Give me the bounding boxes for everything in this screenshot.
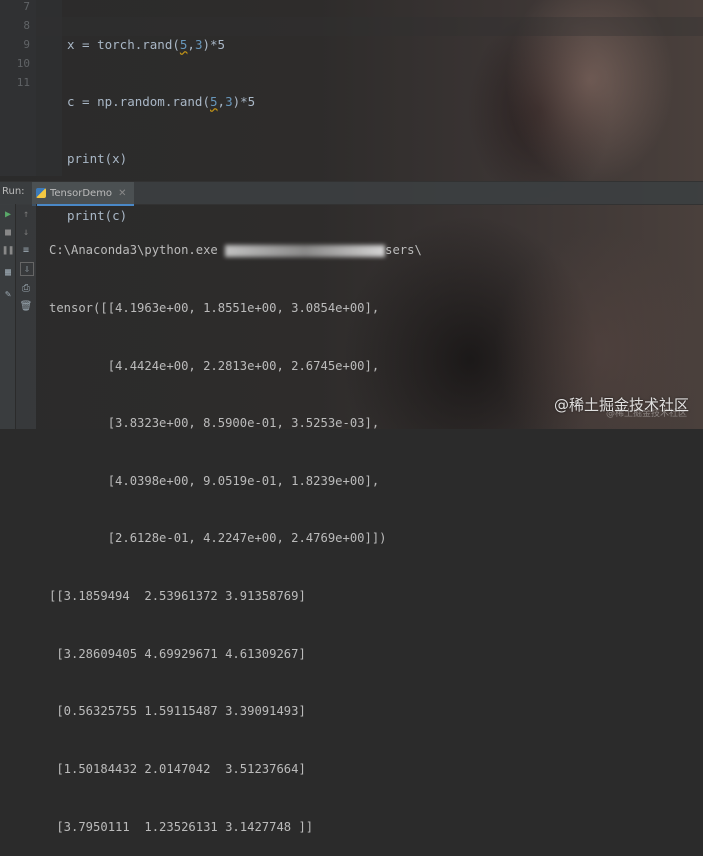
console-line: tensor([[4.1963e+00, 1.8551e+00, 3.0854e… xyxy=(49,301,380,316)
console-line: [3.28609405 4.69929671 4.61309267] xyxy=(49,646,306,661)
console-toolbar: ↑ ↓ ≡ ⇩ ⎙ 🗑 xyxy=(16,204,37,429)
up-arrow-icon[interactable]: ↑ xyxy=(20,208,32,220)
python-file-icon xyxy=(36,188,46,198)
down-arrow-icon[interactable]: ↓ xyxy=(20,226,32,238)
line-number: 10 xyxy=(16,57,30,70)
console-line: [0.56325755 1.59115487 3.39091493] xyxy=(49,704,306,719)
run-toolwindow-header: Run: TensorDemo ✕ xyxy=(0,181,703,206)
console-command: C:\Anaconda3\python.exe sers\ xyxy=(49,243,422,258)
pause-icon[interactable]: ❚❚ xyxy=(2,244,14,256)
run-icon[interactable]: ▶ xyxy=(2,208,14,220)
console-line: [1.50184432 2.0147042 3.51237664] xyxy=(49,761,306,776)
code-line: c = np.random.rand(5,3)*5 xyxy=(67,94,256,109)
console-line: [[3.1859494 2.53961372 3.91358769] xyxy=(49,589,306,604)
stop-icon[interactable]: ■ xyxy=(2,226,14,238)
line-number: 11 xyxy=(16,76,30,89)
line-number: 8 xyxy=(23,19,30,32)
console-line: [3.8323e+00, 8.5900e-01, 3.5253e-03], xyxy=(49,416,380,431)
watermark-sub: @稀土掘金技术社区 xyxy=(605,409,687,419)
run-label: Run: xyxy=(2,186,25,197)
tab-label: TensorDemo xyxy=(50,187,113,199)
code-line: print(x) xyxy=(67,151,128,166)
soft-wrap-icon[interactable]: ≡ xyxy=(20,244,32,256)
console-line: [4.0398e+00, 9.0519e-01, 1.8239e+00], xyxy=(49,473,380,488)
line-number: 9 xyxy=(23,38,30,51)
console-line: [4.4424e+00, 2.2813e+00, 2.6745e+00], xyxy=(49,358,380,373)
line-number: 7 xyxy=(23,0,30,13)
pin-icon[interactable]: ✎ xyxy=(2,288,14,300)
console-line: [3.7950111 1.23526131 3.1427748 ]] xyxy=(49,819,314,834)
code-line: x = torch.rand(5,3)*5 xyxy=(67,37,226,52)
redacted-path xyxy=(225,244,386,257)
print-icon[interactable]: ⎙ xyxy=(20,282,32,294)
console-output[interactable]: C:\Anaconda3\python.exe sers\ tensor([[4… xyxy=(49,203,422,856)
editor-gutter: 7 8 9 10 11 xyxy=(0,0,36,176)
console-line: [2.6128e-01, 4.2247e+00, 2.4769e+00]]) xyxy=(49,531,387,546)
run-toolbar: ▶ ■ ❚❚ ▦ ✎ xyxy=(0,204,16,429)
close-icon[interactable]: ✕ xyxy=(118,188,126,199)
layout-icon[interactable]: ▦ xyxy=(2,266,14,278)
scroll-to-end-icon[interactable]: ⇩ xyxy=(20,262,34,276)
trash-icon[interactable]: 🗑 xyxy=(20,300,33,312)
